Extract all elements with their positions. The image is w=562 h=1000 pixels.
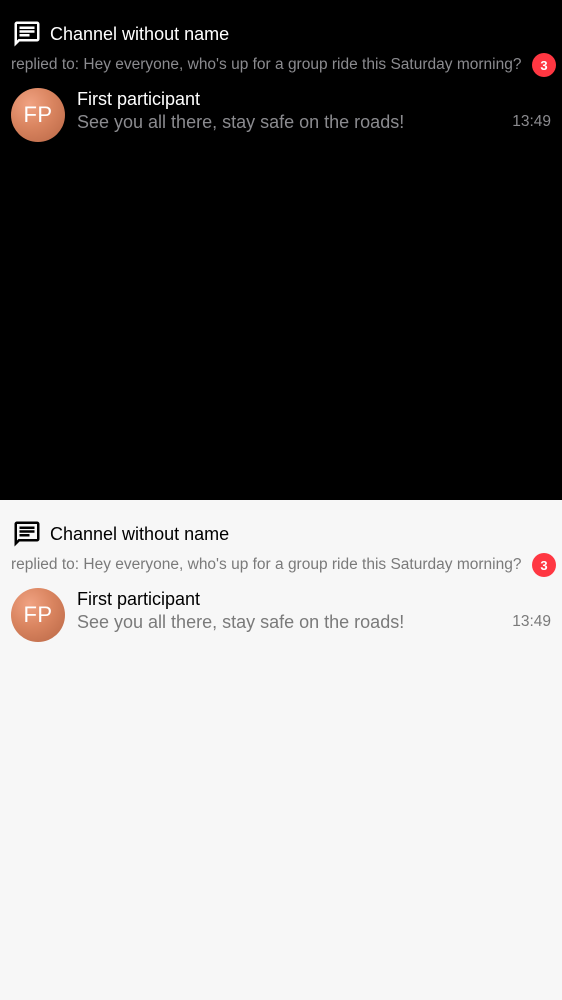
channel-name: Channel without name (50, 24, 230, 44)
message-text: See you all there, stay safe on the road… (77, 112, 405, 132)
unread-count-badge: 3 (532, 553, 556, 577)
thread-list-item[interactable]: Channel without name replied to: Hey eve… (0, 0, 562, 160)
reply-preview-text: replied to: Hey everyone, who's up for a… (11, 556, 522, 573)
thread-header: Channel without name (12, 20, 229, 48)
avatar: FP (11, 88, 65, 142)
chat-bubble-icon (12, 519, 42, 549)
message-text: See you all there, stay safe on the road… (77, 612, 405, 632)
chat-bubble-icon (12, 19, 42, 49)
light-theme-panel: Channel without name replied to: Hey eve… (0, 500, 562, 1000)
thread-header: Channel without name (12, 520, 229, 548)
message-timestamp: 13:49 (512, 113, 551, 130)
dark-theme-panel: Channel without name replied to: Hey eve… (0, 0, 562, 500)
avatar: FP (11, 588, 65, 642)
message-timestamp: 13:49 (512, 613, 551, 630)
thread-list-item[interactable]: Channel without name replied to: Hey eve… (0, 500, 562, 660)
reply-preview-row: replied to: Hey everyone, who's up for a… (11, 53, 556, 77)
latest-message-row: FP First participant See you all there, … (11, 88, 551, 144)
channel-name: Channel without name (50, 524, 230, 544)
unread-count-badge: 3 (532, 53, 556, 77)
reply-preview-row: replied to: Hey everyone, who's up for a… (11, 553, 556, 577)
reply-preview-text: replied to: Hey everyone, who's up for a… (11, 56, 522, 73)
message-author: First participant (77, 89, 201, 109)
latest-message-row: FP First participant See you all there, … (11, 588, 551, 644)
message-author: First participant (77, 589, 201, 609)
